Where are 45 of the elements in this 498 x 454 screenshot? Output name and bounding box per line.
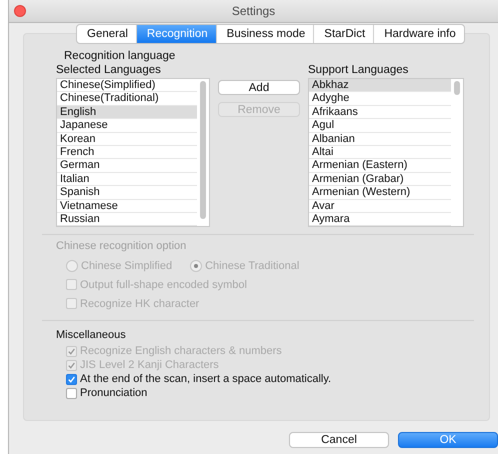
tab[interactable]: StarDict [314,25,374,43]
scrollbar[interactable] [200,81,206,219]
list-item[interactable]: Italian [57,172,197,186]
list-item[interactable]: Avar [309,200,451,213]
list-item[interactable]: Chinese(Simplified) [57,79,197,92]
list-item[interactable]: Albanian [309,132,451,146]
option-label: Chinese Simplified [81,260,172,272]
scrollbar[interactable] [454,81,460,95]
option-label: At the end of the scan, insert a space automatically. [80,373,332,385]
cancel-button[interactable]: Cancel [289,432,389,448]
tab[interactable]: Business mode [216,25,314,43]
option-label: Chinese Traditional [205,260,300,272]
list-item[interactable]: Vietnamese [57,200,197,213]
list-item[interactable]: Altai [309,146,451,160]
list-item[interactable]: English [57,106,197,120]
list-label: Support Languages [308,64,410,77]
list-item[interactable]: Armenian (Eastern) [309,159,451,173]
window-title: Settings [232,4,276,18]
option-label: Recognize HK character [80,298,200,310]
list-item[interactable]: Spanish [57,186,197,200]
list-item[interactable]: Agul [309,119,451,133]
close-icon[interactable] [14,5,26,17]
option-label: Output full-shape encoded symbol [80,278,247,290]
list-item[interactable]: Japanese [57,119,197,133]
list-item[interactable]: Adyghe [309,92,451,106]
section-heading: Chinese recognition option [56,239,188,253]
checkbox[interactable] [66,388,77,398]
list-item[interactable]: Korean [57,132,197,146]
option-label: Pronunciation [80,387,148,399]
section-heading: Miscellaneous [56,328,127,342]
list-item[interactable]: Aymara [309,212,451,226]
list-item[interactable]: German [57,159,197,173]
list-item[interactable]: Armenian (Western) [309,186,451,200]
checkbox[interactable] [66,374,77,384]
tab[interactable]: Hardware info [374,25,464,43]
list-item[interactable]: Abkhaz [309,79,451,92]
list-item[interactable]: French [57,146,197,160]
list-item[interactable]: Armenian (Grabar) [309,172,451,186]
option-label: Recognize English characters & numbers [80,345,282,357]
option-label: JIS Level 2 Kanji Characters [80,359,219,371]
list-label: Selected Languages [56,64,162,77]
section-heading: Recognition language [64,50,176,63]
action-button[interactable]: Add [218,80,300,95]
list-item[interactable]: Afrikaans [309,106,451,120]
list-item[interactable]: Russian [57,212,197,226]
